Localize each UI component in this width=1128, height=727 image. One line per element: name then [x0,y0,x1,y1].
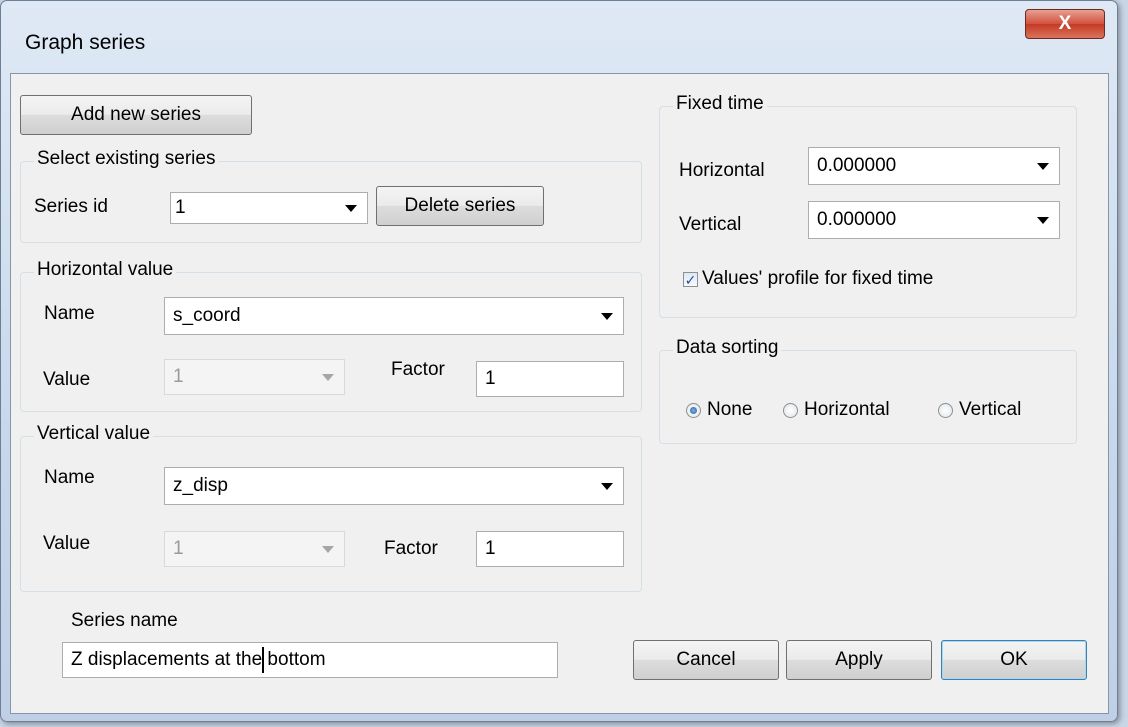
vertical-factor-input[interactable]: 1 [476,531,624,567]
horizontal-value-value: 1 [173,366,184,387]
text-cursor [262,647,264,673]
window-title: Graph series [25,31,146,54]
horizontal-value-select[interactable]: 1 [164,359,345,395]
sorting-radio-none-label: None [707,399,753,420]
horizontal-factor-value: 1 [485,368,496,389]
series-id-label: Series id [34,196,108,217]
vertical-value-value: 1 [173,538,184,559]
values-profile-label: Values' profile for fixed time [702,268,934,289]
horizontal-value-group: Horizontal value Name s_coord Value 1 Fa… [20,259,642,412]
horizontal-value-label: Value [43,369,91,390]
vertical-value-select[interactable]: 1 [164,531,345,567]
cancel-button[interactable]: Cancel [633,640,779,680]
chevron-down-icon [322,546,334,553]
values-profile-checkbox[interactable]: ✓ [683,272,698,287]
sorting-radio-horizontal-label: Horizontal [804,399,890,420]
vertical-value-legend: Vertical value [34,423,154,445]
horizontal-value-legend: Horizontal value [34,259,177,281]
add-new-series-button[interactable]: Add new series [20,95,252,135]
fixed-time-horizontal-select[interactable]: 0.000000 [808,147,1060,185]
sorting-radio-horizontal[interactable] [783,403,798,418]
sorting-radio-none[interactable] [686,403,701,418]
series-name-value: Z displacements at the bottom [71,649,326,670]
chevron-down-icon [601,483,613,490]
close-button[interactable]: X [1025,9,1105,39]
vertical-name-select[interactable]: z_disp [164,467,624,505]
vertical-factor-value: 1 [485,538,496,559]
delete-series-button[interactable]: Delete series [376,186,544,226]
vertical-name-label: Name [44,467,95,488]
horizontal-factor-input[interactable]: 1 [476,361,624,397]
chevron-down-icon [345,205,357,212]
sorting-radio-vertical[interactable] [938,403,953,418]
chevron-down-icon [1037,217,1049,224]
horizontal-name-value: s_coord [173,305,241,326]
horizontal-name-select[interactable]: s_coord [164,297,624,335]
data-sorting-group: Data sorting None Horizontal Vertical [659,337,1077,444]
series-name-input[interactable]: Z displacements at the bottom [62,642,558,678]
fixed-time-group: Fixed time Horizontal 0.000000 Vertical … [659,93,1077,318]
dialog-window: Graph series X Add new series Select exi… [0,0,1118,722]
chevron-down-icon [601,313,613,320]
horizontal-name-label: Name [44,303,95,324]
apply-button[interactable]: Apply [786,640,932,680]
dialog-client-area: Add new series Select existing series Se… [10,73,1109,714]
data-sorting-legend: Data sorting [673,337,782,359]
series-id-value: 1 [175,197,186,218]
ok-button[interactable]: OK [941,640,1087,680]
sorting-radio-vertical-label: Vertical [959,399,1022,420]
vertical-factor-label: Factor [384,538,438,559]
vertical-value-group: Vertical value Name z_disp Value 1 Facto… [20,423,642,592]
select-existing-series-legend: Select existing series [34,148,219,170]
horizontal-factor-label: Factor [391,359,445,380]
chevron-down-icon [322,374,334,381]
fixed-time-vertical-value: 0.000000 [817,209,897,230]
check-icon: ✓ [684,271,697,288]
fixed-time-vertical-select[interactable]: 0.000000 [808,201,1060,239]
select-existing-series-group: Select existing series Series id 1 Delet… [20,148,642,243]
vertical-value-label: Value [43,533,91,554]
fixed-time-vertical-label: Vertical [679,214,742,235]
series-id-select[interactable]: 1 [170,192,368,224]
vertical-name-value: z_disp [173,475,228,496]
fixed-time-horizontal-label: Horizontal [679,160,765,181]
fixed-time-legend: Fixed time [673,93,767,115]
fixed-time-horizontal-value: 0.000000 [817,155,897,176]
series-name-label: Series name [71,610,178,631]
chevron-down-icon [1037,163,1049,170]
close-icon: X [1058,13,1072,34]
